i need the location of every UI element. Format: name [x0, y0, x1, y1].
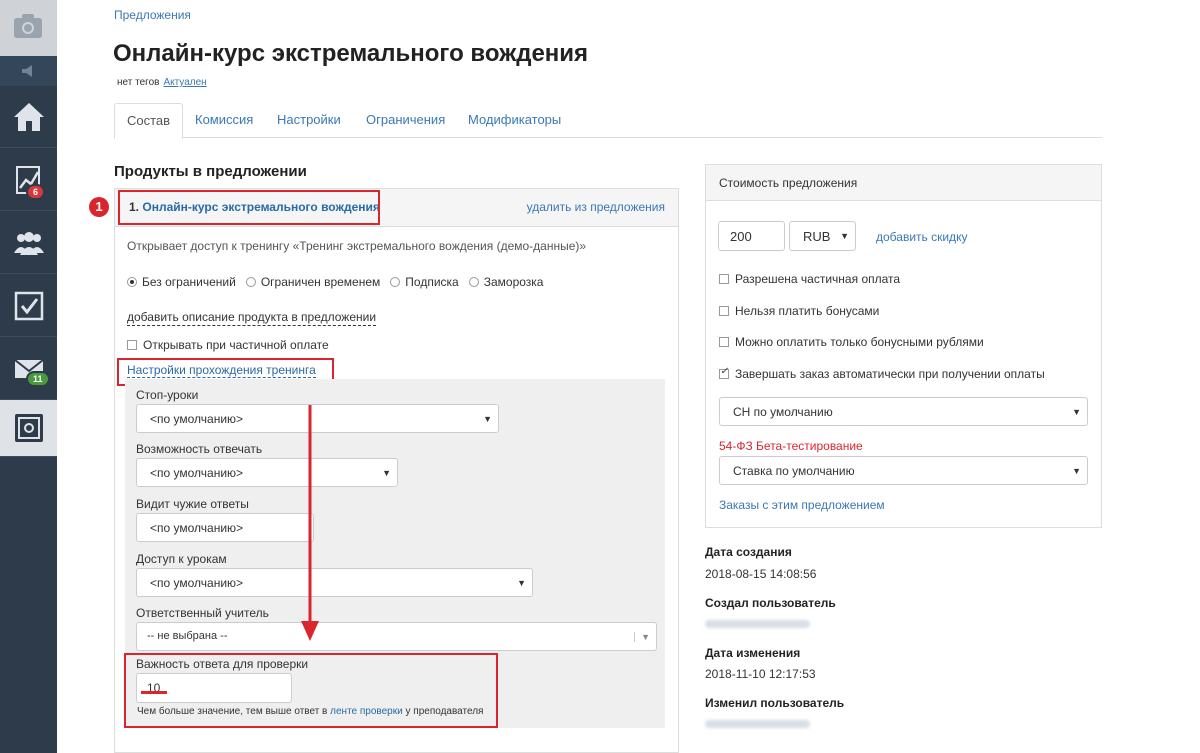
add-description-link[interactable]: добавить описание продукта в предложении [127, 310, 377, 326]
access-type-radios: Без ограничений Ограничен временем Подпи… [127, 275, 543, 289]
cost-heading: Стоимость предложения [706, 165, 1101, 201]
modified-label: Дата изменения [705, 646, 801, 660]
lesson-access-label: Доступ к урокам [136, 552, 227, 566]
see-others-select[interactable]: <по умолчанию> [136, 513, 314, 542]
see-others-label: Видит чужие ответы [136, 497, 249, 511]
created-by-label: Создал пользователь [705, 596, 836, 610]
chevron-down-icon: ▼ [483, 414, 492, 424]
sidebar-item-tasks[interactable] [0, 275, 57, 337]
rate-select[interactable]: Ставка по умолчанию ▼ [719, 456, 1088, 485]
radio-freeze[interactable]: Заморозка [468, 275, 543, 289]
remove-product-link[interactable]: удалить из предложения [527, 200, 665, 214]
products-heading: Продукты в предложении [114, 163, 307, 180]
can-answer-label: Возможность отвечать [136, 442, 263, 456]
radio-time-limited[interactable]: Ограничен временем [245, 275, 380, 289]
chevron-down-icon: ▼ [840, 231, 849, 241]
radio-subscription[interactable]: Подписка [390, 275, 459, 289]
speaker-icon [22, 65, 32, 77]
price-input[interactable]: 200 [718, 221, 785, 251]
radio-dot [468, 277, 479, 287]
chevron-down-icon: ▼ [1072, 466, 1081, 476]
no-bonus-checkbox[interactable]: Нельзя платить бонусами [719, 304, 879, 318]
tab-commission[interactable]: Комиссия [195, 103, 253, 138]
checkbox [719, 274, 729, 284]
auto-complete-checkbox[interactable]: Завершать заказ автоматически при получе… [719, 366, 1045, 381]
mail-badge: 11 [26, 371, 50, 387]
no-tags-label: нет тегов [117, 77, 160, 88]
arrow-annotation [301, 405, 319, 641]
partial-payment-checkbox[interactable]: Разрешена частичная оплата [719, 272, 900, 286]
stats-badge: 6 [26, 184, 46, 200]
currency-select[interactable]: RUB ▼ [789, 221, 856, 251]
tab-settings[interactable]: Настройки [277, 103, 341, 138]
importance-input[interactable]: 10 [136, 673, 292, 703]
checkbox [127, 340, 137, 350]
tag-row: нет тегов Актуален [117, 77, 207, 88]
orders-link[interactable]: Заказы с этим предложением [719, 498, 885, 512]
created-label: Дата создания [705, 545, 792, 559]
sidebar: 6 11 [0, 0, 57, 753]
page-title: Онлайн-курс экстремального вождения [113, 40, 589, 67]
users-icon [13, 231, 44, 255]
home-icon [13, 102, 44, 131]
status-link[interactable]: Актуален [163, 77, 206, 88]
product-description: Открывает доступ к тренингу «Тренинг экс… [127, 239, 587, 253]
importance-help: Чем больше значение, тем выше ответ в ле… [137, 706, 484, 717]
sidebar-item-users[interactable] [0, 212, 57, 274]
teacher-select[interactable]: -- не выбрана -- ▼ [136, 622, 657, 651]
lesson-access-select[interactable]: <по умолчанию> ▼ [136, 568, 533, 597]
created-value: 2018-08-15 14:08:56 [705, 567, 817, 581]
modified-by-label: Изменил пользователь [705, 696, 845, 710]
tabs: Состав Комиссия Настройки Ограничения Мо… [114, 103, 1102, 139]
bonus-only-checkbox[interactable]: Можно оплатить только бонусными рублями [719, 335, 984, 349]
created-by-value-blurred [705, 620, 810, 628]
underline-mark [141, 691, 167, 694]
chevron-down-icon: ▼ [634, 632, 650, 642]
sidebar-item-mail[interactable]: 11 [0, 338, 57, 400]
checkbox [719, 337, 729, 347]
radio-dot [127, 277, 137, 287]
fz54-label: 54-ФЗ Бета-тестирование [719, 439, 863, 453]
checkbox [719, 306, 729, 316]
step-marker: 1 [89, 197, 109, 217]
safe-icon [14, 414, 43, 442]
radio-dot [245, 277, 256, 287]
importance-label: Важность ответа для проверки [136, 657, 309, 671]
camera-icon [14, 14, 42, 38]
can-answer-select[interactable]: <по умолчанию> ▼ [136, 458, 398, 487]
checkbox-icon [14, 291, 43, 320]
chevron-down-icon: ▼ [517, 578, 526, 588]
checkbox [719, 366, 729, 379]
sidebar-item-sales[interactable] [0, 400, 57, 457]
sidebar-item-announce[interactable] [0, 56, 57, 86]
radio-unlimited[interactable]: Без ограничений [127, 275, 236, 289]
tab-restrictions[interactable]: Ограничения [366, 103, 445, 138]
add-discount-link[interactable]: добавить скидку [876, 230, 967, 244]
tab-composition[interactable]: Состав [114, 103, 184, 139]
review-feed-link[interactable]: ленте проверки [330, 706, 403, 717]
modified-value: 2018-11-10 12:17:53 [705, 667, 816, 681]
highlight-product-name [118, 190, 380, 225]
radio-dot [390, 277, 401, 287]
stop-lessons-label: Стоп-уроки [136, 388, 199, 402]
teacher-label: Ответственный учитель [136, 606, 269, 620]
sidebar-item-camera[interactable] [0, 0, 57, 56]
chevron-down-icon: ▼ [382, 468, 391, 478]
tax-select[interactable]: СН по умолчанию ▼ [719, 397, 1088, 426]
sidebar-item-home[interactable] [0, 86, 57, 148]
sidebar-item-stats[interactable]: 6 [0, 149, 57, 211]
chevron-down-icon: ▼ [1072, 407, 1081, 417]
modified-by-value-blurred [705, 720, 810, 728]
partial-open-checkbox[interactable]: Открывать при частичной оплате [127, 338, 329, 352]
breadcrumb[interactable]: Предложения [114, 8, 191, 22]
tab-modifiers[interactable]: Модификаторы [468, 103, 561, 138]
